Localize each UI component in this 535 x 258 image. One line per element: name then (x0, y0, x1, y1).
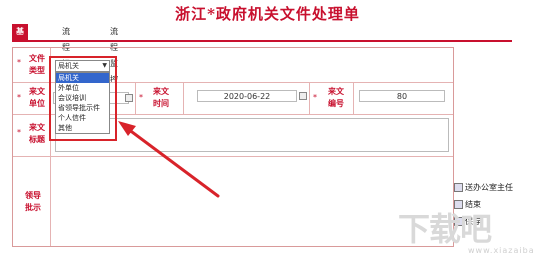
watermark-logo: 下载吧 (398, 210, 492, 248)
watermark-url: www.xiazaiba.com (468, 246, 535, 255)
send-icon (454, 183, 463, 192)
send-to-office-director-button[interactable]: 送办公室主任 (454, 182, 513, 193)
